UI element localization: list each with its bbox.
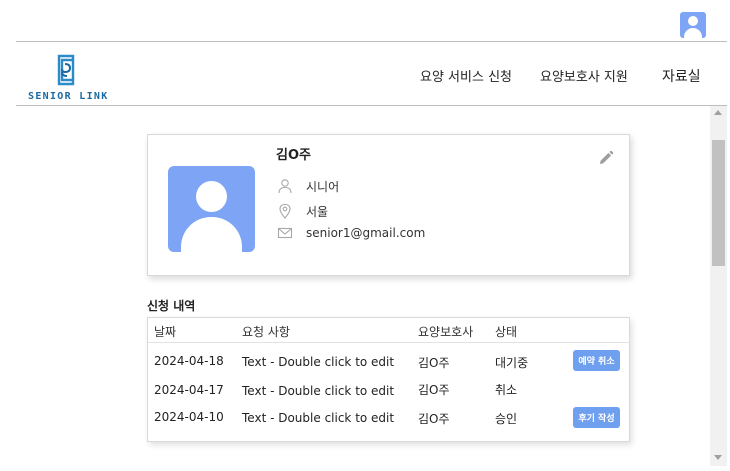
cancel-reservation-button[interactable]: 예약 취소 xyxy=(573,350,620,371)
row-3-caregiver: 김O주 xyxy=(418,412,450,426)
scrollbar-thumb[interactable] xyxy=(712,140,725,266)
profile-name: 김O주 xyxy=(276,148,311,163)
row-1-status: 대기중 xyxy=(495,356,529,370)
header-divider-top xyxy=(16,41,727,42)
row-1-caregiver: 김O주 xyxy=(418,356,450,370)
row-3-date: 2024-04-10 xyxy=(154,410,224,424)
column-header-request: 요청 사항 xyxy=(242,325,290,339)
column-header-status: 상태 xyxy=(495,325,518,339)
scroll-down-arrow-icon[interactable] xyxy=(714,455,722,460)
pencil-icon[interactable] xyxy=(597,149,615,167)
profile-email-row: senior1@gmail.com xyxy=(276,224,425,242)
nav-caregiver-apply[interactable]: 요양보호사 지원 xyxy=(540,66,628,85)
profile-card: 김O주 시니어 서울 senior1@gmail.com xyxy=(147,134,630,276)
row-2-request[interactable]: Text - Double click to edit xyxy=(242,384,394,398)
logo-icon xyxy=(57,54,75,86)
header-divider-bottom xyxy=(16,105,727,106)
vertical-scrollbar[interactable] xyxy=(710,106,727,466)
row-3-request[interactable]: Text - Double click to edit xyxy=(242,411,394,425)
profile-avatar xyxy=(168,166,255,252)
row-2-caregiver: 김O주 xyxy=(418,383,450,397)
header-divider xyxy=(148,342,629,343)
row-1-date: 2024-04-18 xyxy=(154,354,224,368)
column-header-date: 날짜 xyxy=(154,325,177,339)
row-1-request[interactable]: Text - Double click to edit xyxy=(242,355,394,369)
profile-email: senior1@gmail.com xyxy=(306,226,426,240)
write-review-button[interactable]: 후기 작성 xyxy=(573,407,620,428)
row-2-status: 취소 xyxy=(495,383,518,397)
logo-text: SENIOR LINK xyxy=(28,91,109,102)
profile-location-row: 서울 xyxy=(276,202,328,220)
logo[interactable]: SENIOR LINK xyxy=(28,54,108,102)
person-icon xyxy=(276,177,294,195)
profile-role-row: 시니어 xyxy=(276,177,339,195)
map-pin-icon xyxy=(276,202,294,220)
nav-resources[interactable]: 자료실 xyxy=(662,66,701,86)
user-avatar-icon[interactable] xyxy=(680,12,706,38)
history-table: 날짜 요청 사항 요양보호사 상태 2024-04-18 Text - Doub… xyxy=(147,317,630,442)
profile-location: 서울 xyxy=(306,204,329,219)
column-header-caregiver: 요양보호사 xyxy=(418,325,474,339)
row-2-date: 2024-04-17 xyxy=(154,383,224,397)
envelope-icon xyxy=(276,224,294,242)
profile-role: 시니어 xyxy=(306,179,340,194)
nav-care-service-apply[interactable]: 요양 서비스 신청 xyxy=(420,66,512,85)
history-title: 신청 내역 xyxy=(147,299,196,313)
row-3-status: 승인 xyxy=(495,412,518,426)
scroll-up-arrow-icon[interactable] xyxy=(714,110,722,115)
